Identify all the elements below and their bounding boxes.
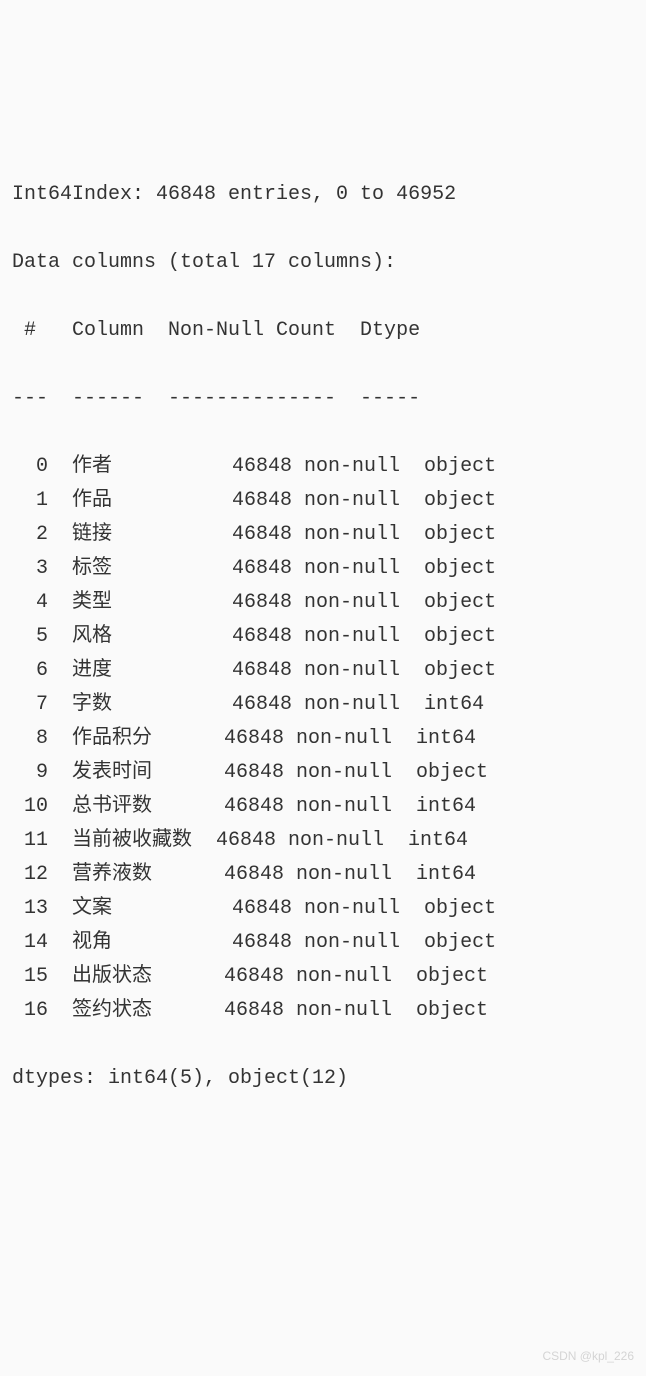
index-info-line: Int64Index: 46848 entries, 0 to 46952 [12, 178, 634, 212]
column-row: 2 链接 46848 non-null object [12, 518, 634, 552]
column-row: 8 作品积分 46848 non-null int64 [12, 722, 634, 756]
columns-info-line: Data columns (total 17 columns): [12, 246, 634, 280]
column-row: 9 发表时间 46848 non-null object [12, 756, 634, 790]
table-header-line: # Column Non-Null Count Dtype [12, 314, 634, 348]
dtypes-summary-line: dtypes: int64(5), object(12) [12, 1062, 634, 1096]
column-row: 10 总书评数 46848 non-null int64 [12, 790, 634, 824]
column-row: 5 风格 46848 non-null object [12, 620, 634, 654]
column-row: 13 文案 46848 non-null object [12, 892, 634, 926]
column-row: 16 签约状态 46848 non-null object [12, 994, 634, 1028]
column-row: 15 出版状态 46848 non-null object [12, 960, 634, 994]
column-row: 0 作者 46848 non-null object [12, 450, 634, 484]
column-row: 6 进度 46848 non-null object [12, 654, 634, 688]
dataframe-info-output: Int64Index: 46848 entries, 0 to 46952 Da… [12, 144, 634, 1130]
column-row: 14 视角 46848 non-null object [12, 926, 634, 960]
column-row: 3 标签 46848 non-null object [12, 552, 634, 586]
column-row: 4 类型 46848 non-null object [12, 586, 634, 620]
column-row: 12 营养液数 46848 non-null int64 [12, 858, 634, 892]
column-rows: 0 作者 46848 non-null object 1 作品 46848 no… [12, 450, 634, 1028]
separator-line: --- ------ -------------- ----- [12, 382, 634, 416]
column-row: 1 作品 46848 non-null object [12, 484, 634, 518]
column-row: 11 当前被收藏数 46848 non-null int64 [12, 824, 634, 858]
column-row: 7 字数 46848 non-null int64 [12, 688, 634, 722]
watermark-text: CSDN @kpl_226 [542, 1346, 634, 1366]
